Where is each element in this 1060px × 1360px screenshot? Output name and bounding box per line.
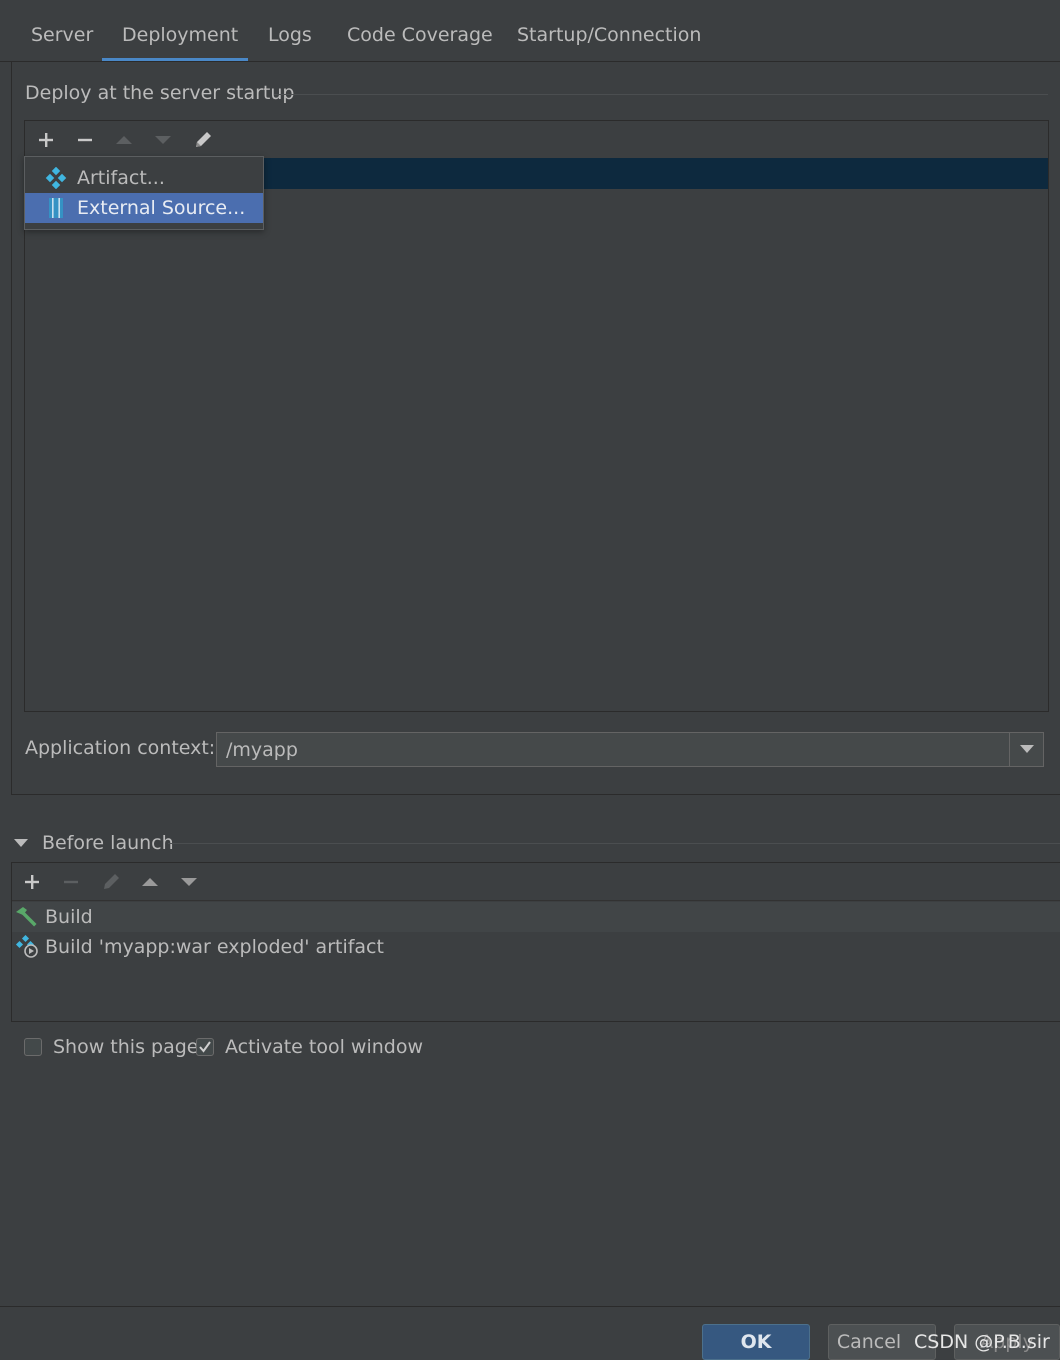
remove-icon[interactable] [58,869,84,895]
collapse-triangle-icon[interactable] [14,838,28,848]
before-launch-task-build-artifact[interactable]: Build 'myapp:war exploded' artifact [12,932,1060,962]
remove-icon[interactable] [72,127,98,153]
before-launch-title: Before launch [42,832,174,854]
move-up-icon[interactable] [111,127,137,153]
before-launch-header[interactable]: Before launch [14,830,174,856]
before-launch-list[interactable]: Build Build 'myapp:war exploded' artifac… [11,862,1060,1022]
cancel-button-label: Cancel [836,1331,902,1353]
deploy-section-divider [274,94,1048,95]
before-launch-divider [168,843,1060,844]
before-launch-toolbar [12,863,1060,901]
tab-logs[interactable]: Logs [268,24,312,50]
chevron-down-icon[interactable] [1009,733,1043,766]
footer-divider [0,1306,1060,1307]
add-icon[interactable] [33,127,59,153]
move-down-icon[interactable] [176,869,202,895]
artifact-icon [45,167,67,189]
watermark-text: CSDN @P.B.sir [914,1331,1050,1353]
before-launch-task-build-artifact-label: Build 'myapp:war exploded' artifact [45,936,384,958]
add-icon[interactable] [19,869,45,895]
external-source-icon [45,197,67,219]
activate-tool-window-checkbox-box[interactable] [196,1038,214,1056]
move-up-icon[interactable] [137,869,163,895]
tab-deployment[interactable]: Deployment [122,24,238,50]
tab-server[interactable]: Server [31,24,93,50]
activate-tool-window-checkbox[interactable]: Activate tool window [196,1036,423,1058]
application-context-combobox[interactable]: /myapp [216,732,1044,767]
show-this-page-checkbox-box[interactable] [24,1038,42,1056]
edit-icon[interactable] [98,869,124,895]
menu-item-external-source-label: External Source... [77,197,246,219]
move-down-icon[interactable] [150,127,176,153]
build-artifact-icon [15,935,39,959]
deployment-toolbar [25,121,1048,159]
menu-item-artifact-label: Artifact... [77,167,165,189]
show-this-page-checkbox[interactable]: Show this page [24,1036,198,1058]
menu-item-external-source[interactable]: External Source... [25,193,263,223]
menu-item-artifact[interactable]: Artifact... [25,163,263,193]
tab-code-coverage[interactable]: Code Coverage [347,24,493,50]
checkmark-icon [199,1041,211,1053]
edit-icon[interactable] [190,127,216,153]
activate-tool-window-label: Activate tool window [225,1036,424,1058]
deploy-section-title: Deploy at the server startup [25,82,295,104]
ok-button[interactable]: OK [702,1324,810,1360]
before-launch-task-build[interactable]: Build [12,902,1060,932]
tab-startup-connection[interactable]: Startup/Connection [517,24,701,50]
build-hammer-icon [15,905,39,929]
before-launch-task-build-label: Build [45,906,93,928]
show-this-page-label: Show this page [53,1036,199,1058]
application-context-value[interactable]: /myapp [226,739,298,761]
add-popup-menu: Artifact... External Source... [24,156,264,230]
application-context-label: Application context: [25,737,216,759]
